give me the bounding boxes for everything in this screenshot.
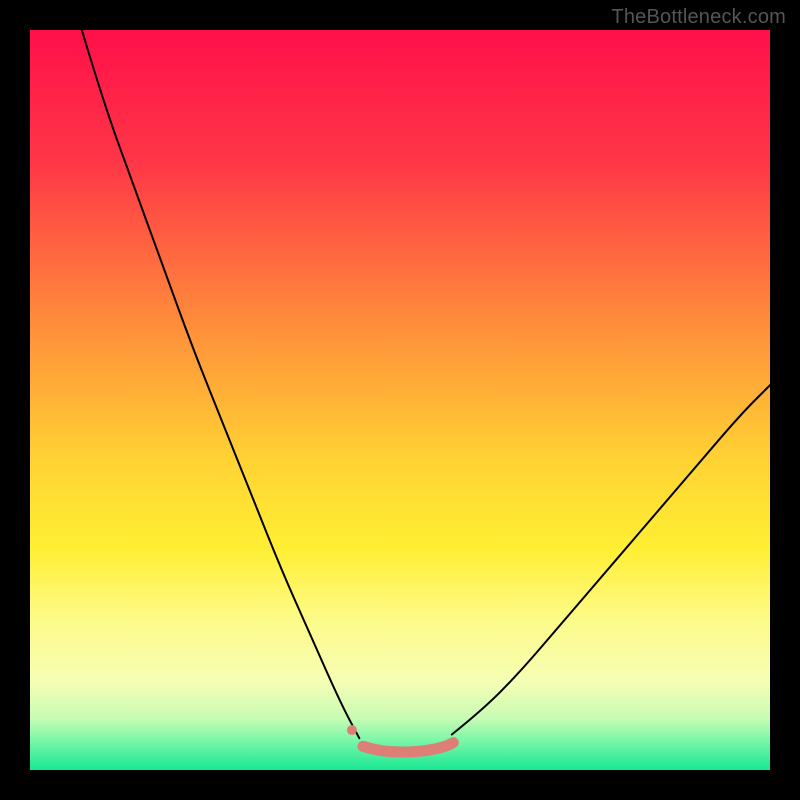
chart-frame: TheBottleneck.com — [0, 0, 800, 800]
gradient-rect — [30, 30, 770, 770]
marker-trough-dot — [347, 725, 357, 735]
chart-svg — [30, 30, 770, 770]
marker-layer — [347, 725, 357, 735]
plot-area — [30, 30, 770, 770]
watermark-text: TheBottleneck.com — [611, 6, 786, 29]
